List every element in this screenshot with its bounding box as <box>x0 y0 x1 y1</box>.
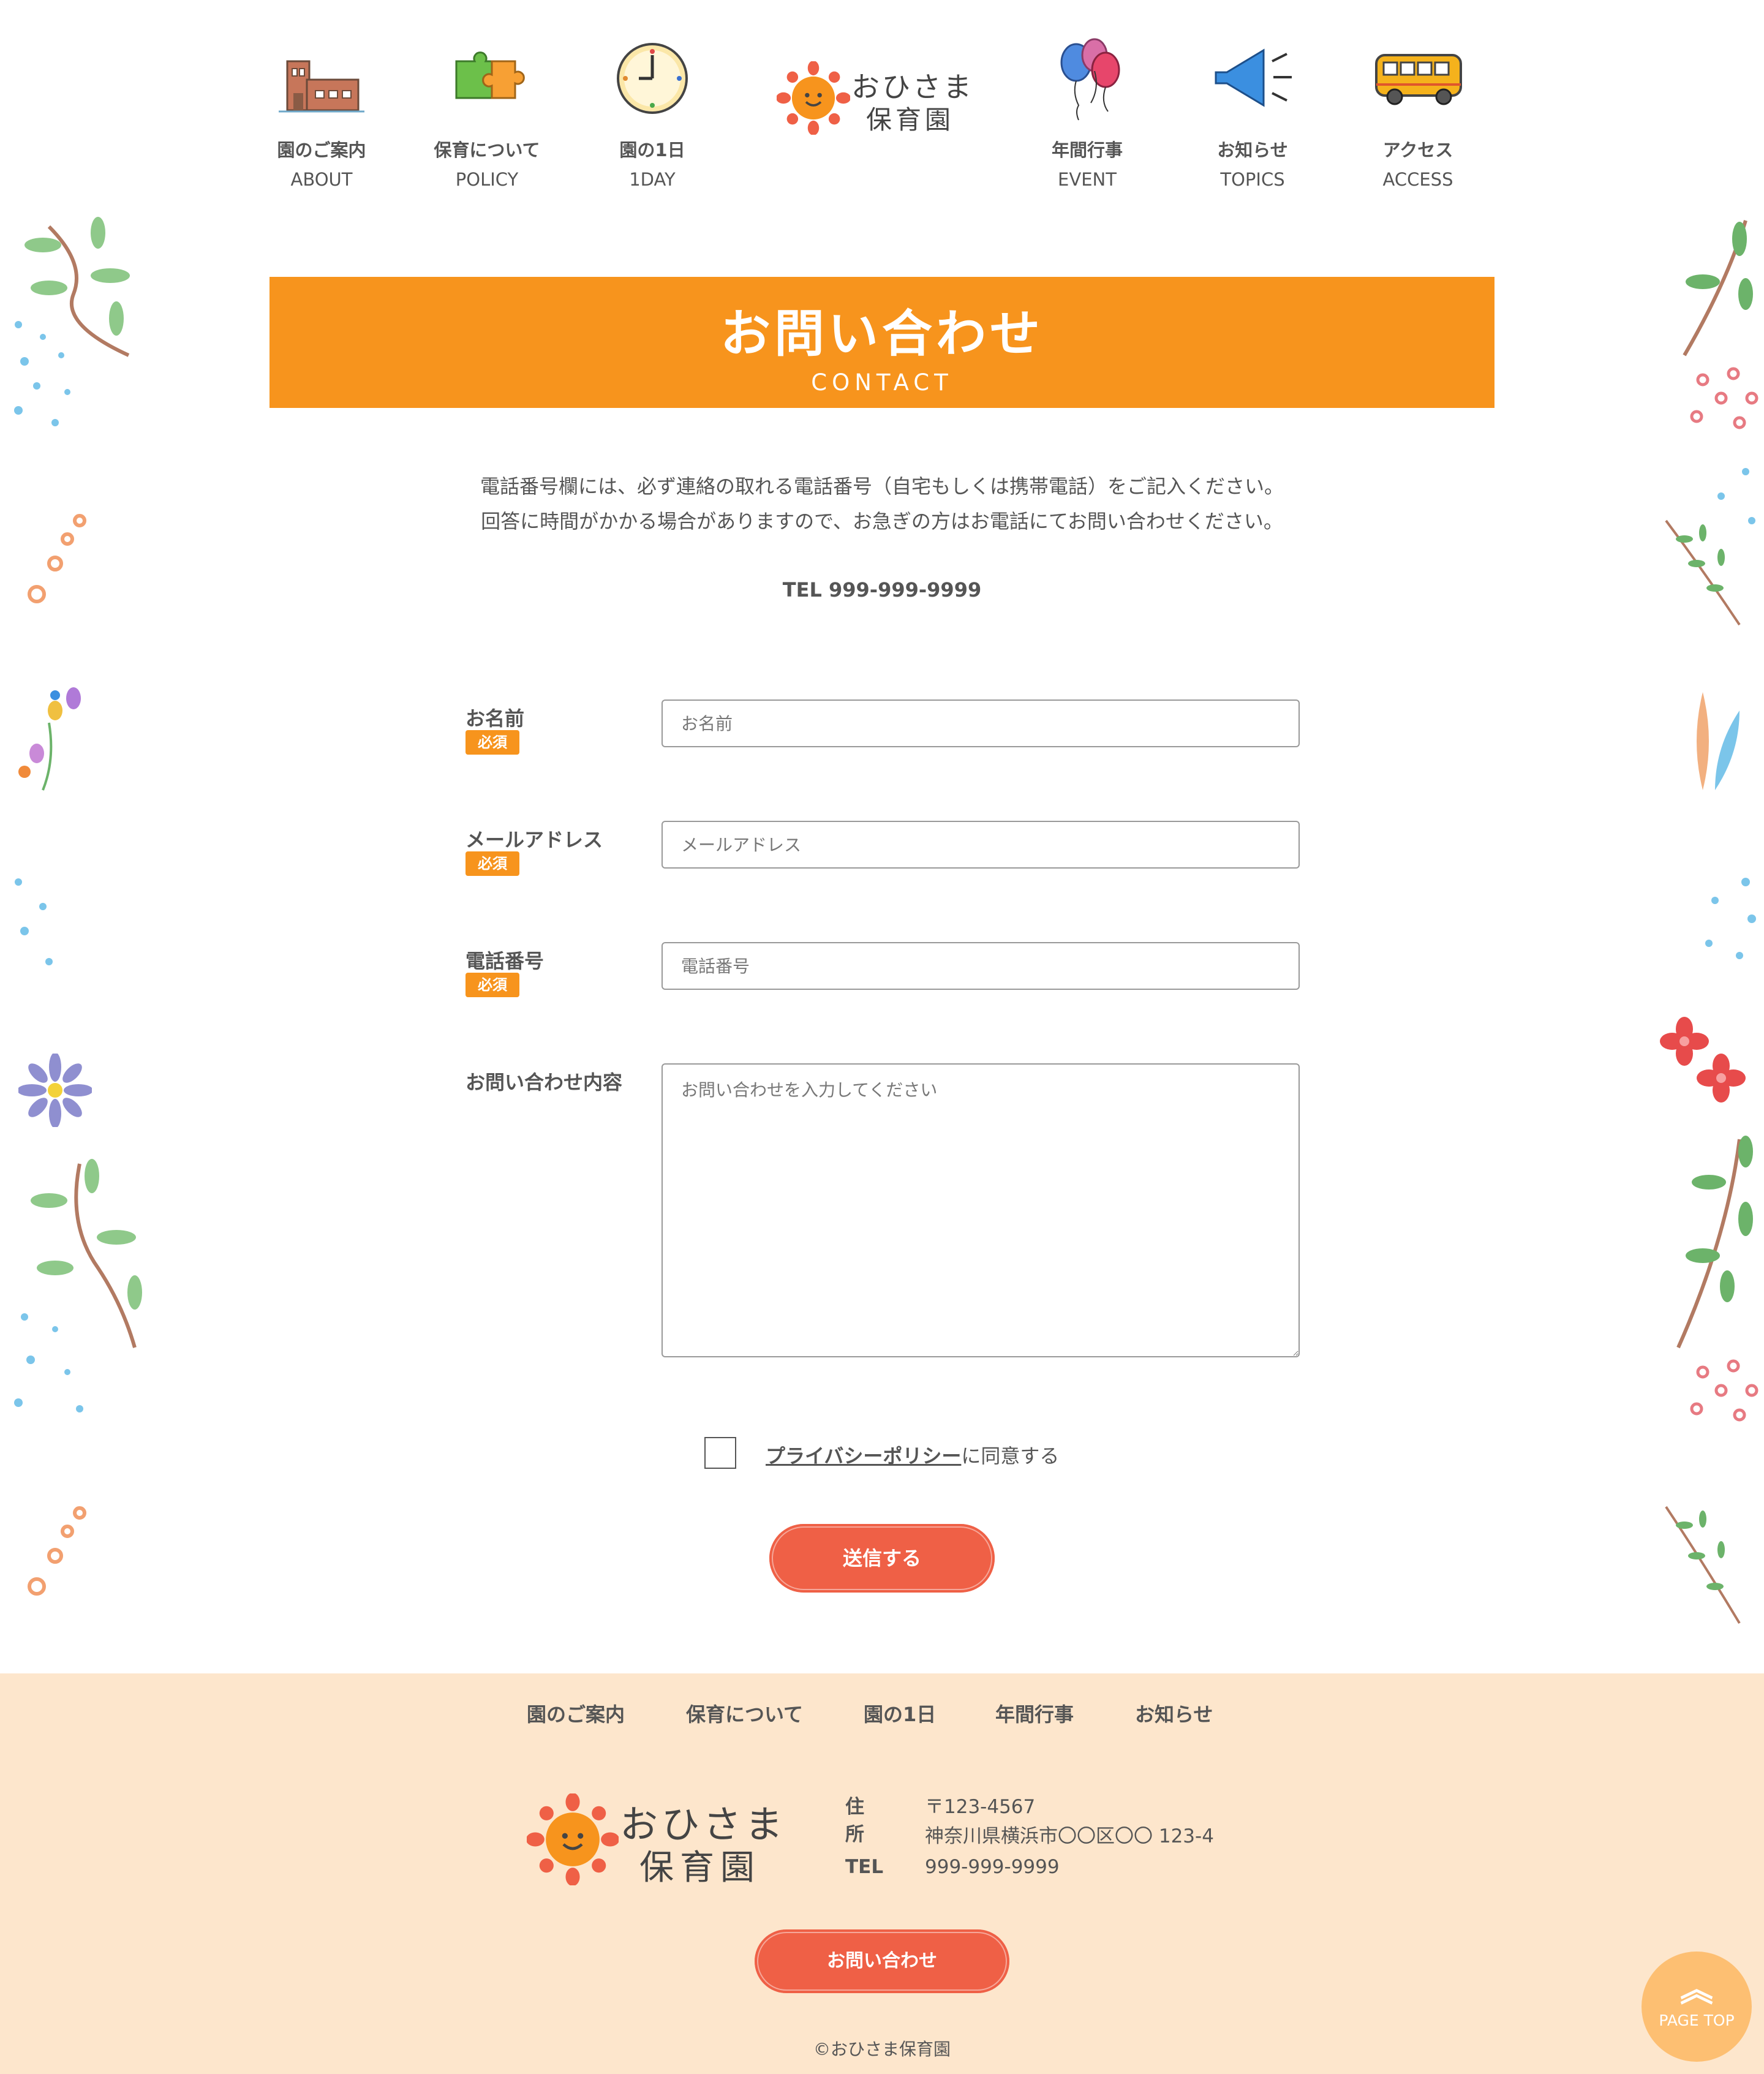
nav-label-ja: アクセス <box>1382 140 1453 160</box>
nav-label-ja: 保育について <box>434 140 540 160</box>
flower-red-icon <box>1660 1017 1746 1103</box>
flower-purple-icon <box>18 1054 92 1127</box>
footer-contact-button[interactable]: お問い合わせ <box>755 1929 1009 1993</box>
sun-icon <box>777 61 850 135</box>
privacy-checkbox[interactable] <box>704 1437 736 1469</box>
balloons-icon <box>1060 38 1120 121</box>
nav-label-en: ABOUT <box>290 169 353 190</box>
nav-label-en: ACCESS <box>1382 169 1453 190</box>
page-title-band: お問い合わせ CONTACT <box>270 277 1494 408</box>
submit-button[interactable]: 送信する <box>769 1524 995 1593</box>
clock-icon <box>617 43 688 114</box>
footer-nav-1day[interactable]: 園の1日 <box>864 1699 936 1727</box>
nav-label-ja: 年間行事 <box>1051 140 1123 160</box>
address-value: 神奈川県横浜市〇〇区〇〇 123-4 <box>925 1825 1214 1847</box>
page-subtitle: CONTACT <box>811 369 953 396</box>
intro-line: 電話番号欄には、必ず連絡の取れる電話番号（自宅もしくは携帯電話）をご記入ください… <box>480 475 1284 498</box>
message-textarea[interactable] <box>662 1063 1300 1357</box>
footer-logo[interactable]: おひさま 保育園 <box>527 1791 783 1888</box>
intro-text: 電話番号欄には、必ず連絡の取れる電話番号（自宅もしくは携帯電話）をご記入ください… <box>0 469 1764 539</box>
nav-label-en: POLICY <box>455 169 519 190</box>
footer-nav-event[interactable]: 年間行事 <box>995 1699 1074 1727</box>
sprig-icon <box>1665 1506 1741 1624</box>
dots-blue-icon <box>14 321 70 426</box>
privacy-policy-link[interactable]: プライバシーポリシー <box>766 1444 961 1468</box>
footer: 園のご案内 保育について 園の1日 年間行事 お知らせ おひさま 保育園 住所 … <box>0 1673 1764 2074</box>
name-label: お名前 <box>466 707 525 730</box>
dots-blue-icon <box>14 1313 83 1412</box>
name-input[interactable] <box>662 700 1300 747</box>
leaf-branch-icon <box>1676 1136 1753 1349</box>
logo-text-line2: 保育園 <box>866 105 955 135</box>
required-badge: 必須 <box>466 730 519 755</box>
page-top-label: PAGE TOP <box>1659 2012 1735 2029</box>
nav-label-ja: 園のご案内 <box>277 140 366 160</box>
dots-pink-icon <box>1690 1359 1758 1422</box>
phone-label: 電話番号 <box>466 949 545 973</box>
footer-nav-about[interactable]: 園のご案内 <box>527 1699 625 1727</box>
privacy-agree-suffix: に同意する <box>961 1444 1060 1468</box>
dots-pink-icon <box>1690 367 1758 429</box>
nav-label-en: 1DAY <box>629 169 676 190</box>
postal-code: 〒123-4567 <box>925 1796 1036 1818</box>
nav-item-access[interactable]: アクセス ACCESS <box>1344 37 1491 190</box>
nav-label-en: TOPICS <box>1220 169 1285 190</box>
nav-item-policy[interactable]: 保育について POLICY <box>413 37 560 190</box>
contact-tel: TEL 999-999-9999 <box>782 578 982 601</box>
footer-nav-policy[interactable]: 保育について <box>686 1699 803 1727</box>
feather-leaves-icon <box>1697 692 1740 790</box>
site-logo[interactable]: おひさま 保育園 <box>777 61 973 141</box>
nav-item-about[interactable]: 園のご案内 ABOUT <box>248 37 395 190</box>
double-chevron-up-icon: ︽ <box>1680 1970 1713 2009</box>
bus-icon <box>1375 54 1462 105</box>
privacy-agree-text: プライバシーポリシーに同意する <box>766 1441 1059 1469</box>
email-input[interactable] <box>662 821 1300 869</box>
footer-nav: 園のご案内 保育について 園の1日 年間行事 お知らせ <box>0 1699 1764 1730</box>
leaf-branch-icon <box>1683 220 1753 356</box>
building-icon <box>279 60 364 113</box>
megaphone-icon <box>1215 48 1292 107</box>
message-label: お問い合わせ内容 <box>466 1071 623 1094</box>
footer-nav-topics[interactable]: お知らせ <box>1135 1699 1213 1727</box>
logo-text-line2: 保育園 <box>639 1848 761 1888</box>
page-title: お問い合わせ <box>720 305 1044 363</box>
sun-icon <box>527 1793 619 1885</box>
puzzle-icon <box>455 51 525 99</box>
nav-item-topics[interactable]: お知らせ TOPICS <box>1179 37 1326 190</box>
copyright: ©おひさま保育園 <box>813 2039 951 2059</box>
dots-blue-icon <box>1705 878 1756 959</box>
tel-label: TEL <box>845 1856 884 1878</box>
intro-line: 回答に時間がかかる場合がありますので、お急ぎの方はお電話にてお問い合わせください… <box>481 510 1283 533</box>
dots-blue-icon <box>15 878 53 965</box>
nav-label-en: EVENT <box>1058 169 1117 190</box>
nav-item-event[interactable]: 年間行事 EVENT <box>1014 37 1161 190</box>
page-top-button[interactable]: ︽ PAGE TOP <box>1642 1951 1752 2062</box>
global-nav: 園のご案内 ABOUT 保育について POLICY 園の1日 1DAY おひさま… <box>0 0 1764 208</box>
email-label: メールアドレス <box>466 828 603 851</box>
required-badge: 必須 <box>466 851 519 876</box>
dots-orange-icon <box>28 1506 86 1596</box>
tel-value: 999-999-9999 <box>925 1856 1060 1878</box>
address-label: 住所 <box>845 1796 864 1846</box>
nav-item-1day[interactable]: 園の1日 1DAY <box>579 37 726 190</box>
phone-input[interactable] <box>662 942 1300 990</box>
nav-label-ja: お知らせ <box>1217 140 1288 160</box>
tulips-icon <box>18 687 81 791</box>
required-badge: 必須 <box>466 973 519 997</box>
nav-label-ja: 園の1日 <box>619 140 685 160</box>
